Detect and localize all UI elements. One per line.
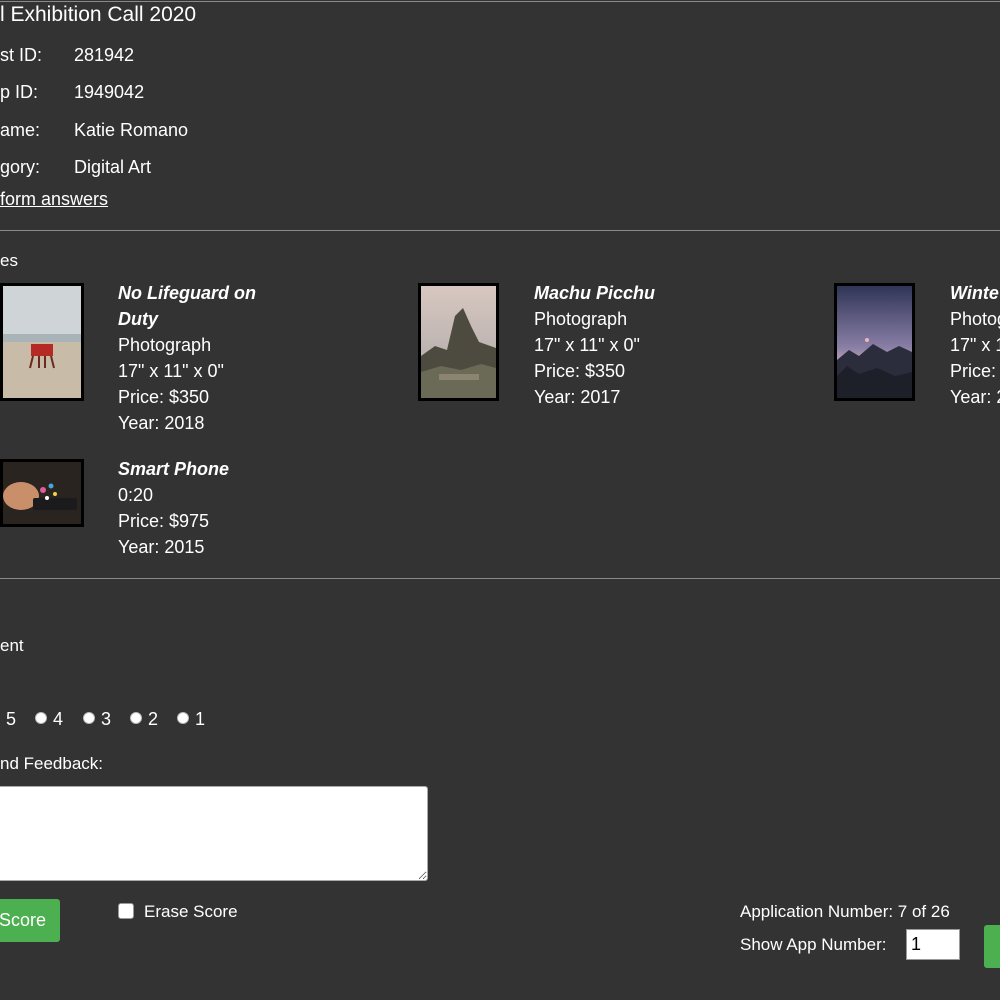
artwork-thumbnail-lifeguard[interactable] xyxy=(0,283,84,401)
artwork-price: Price: $350 xyxy=(118,387,210,407)
show-app-number-input[interactable] xyxy=(906,929,960,960)
artwork-dimensions: 17" x 11" x 0" xyxy=(118,361,224,381)
feedback-label: nd Feedback: xyxy=(0,754,104,773)
section-divider-1 xyxy=(0,230,1000,231)
artwork-thumbnail-smart-phone[interactable] xyxy=(0,459,84,527)
erase-score-checkbox[interactable] xyxy=(118,903,134,919)
name-label: ame: xyxy=(0,120,41,140)
artwork-dimensions: 17" x 1 xyxy=(950,335,1000,355)
application-number-text: Application Number: 7 of 26 xyxy=(740,902,950,921)
artwork-title: No Lifeguard on xyxy=(118,283,256,303)
artwork-year: Year: 2015 xyxy=(118,537,205,557)
form-answers-link[interactable]: form answers xyxy=(0,189,108,210)
score-option-5-label: 5 xyxy=(6,709,17,729)
artwork-info-winter: Winte Photog 17" x 1 Price: Year: 2 xyxy=(950,280,1000,410)
score-option-4-label: 4 xyxy=(53,709,64,729)
score-option-3-label: 3 xyxy=(101,709,112,729)
score-option-1-label: 1 xyxy=(195,709,206,729)
artwork-medium: Photograph xyxy=(118,335,212,355)
artwork-info-lifeguard: No Lifeguard on Duty Photograph 17" x 11… xyxy=(118,280,256,436)
artwork-medium: Photog xyxy=(950,309,1000,329)
artwork-title: Machu Picchu xyxy=(534,283,656,303)
artwork-year: Year: 2 xyxy=(950,387,1000,407)
artwork-price: Price: xyxy=(950,361,997,381)
artwork-thumbnail-winter[interactable] xyxy=(834,283,915,401)
artwork-thumbnail-machu-picchu[interactable] xyxy=(418,283,499,401)
feedback-textarea[interactable] xyxy=(0,786,428,881)
artwork-title: Smart Phone xyxy=(118,459,230,479)
score-option-4-radio[interactable] xyxy=(35,712,47,724)
show-app-number-label: Show App Number: xyxy=(740,935,887,954)
artwork-title-cont: Duty xyxy=(118,309,158,329)
artwork-year: Year: 2017 xyxy=(534,387,621,407)
artwork-price: Price: $350 xyxy=(534,361,626,381)
go-button[interactable] xyxy=(984,925,1000,968)
category-label: gory: xyxy=(0,157,41,177)
page-title: l Exhibition Call 2020 xyxy=(0,3,197,26)
artworks-section-label: es xyxy=(0,251,18,270)
artist-id-label: st ID: xyxy=(0,45,43,65)
app-id-label: p ID: xyxy=(0,82,39,102)
score-option-3-radio[interactable] xyxy=(83,712,95,724)
artwork-info-smart-phone: Smart Phone 0:20 Price: $975 Year: 2015 xyxy=(118,456,229,560)
score-option-2-label: 2 xyxy=(148,709,159,729)
artwork-info-machu-picchu: Machu Picchu Photograph 17" x 11" x 0" P… xyxy=(534,280,655,410)
score-option-1-radio[interactable] xyxy=(177,712,189,724)
artwork-medium: Photograph xyxy=(534,309,628,329)
submit-score-button[interactable]: Score xyxy=(0,899,60,942)
section-divider-2 xyxy=(0,578,1000,579)
app-id-value: 1949042 xyxy=(74,82,145,102)
erase-score-label: Erase Score xyxy=(144,902,238,921)
name-value: Katie Romano xyxy=(74,120,189,140)
artist-id-value: 281942 xyxy=(74,45,135,65)
artwork-title: Winte xyxy=(950,283,999,303)
top-divider xyxy=(0,1,1000,2)
artwork-year: Year: 2018 xyxy=(118,413,205,433)
category-value: Digital Art xyxy=(74,157,152,177)
artwork-price: Price: $975 xyxy=(118,511,210,531)
artwork-dimensions: 17" x 11" x 0" xyxy=(534,335,640,355)
score-option-2-radio[interactable] xyxy=(130,712,142,724)
artwork-duration: 0:20 xyxy=(118,485,154,505)
scoring-section-label: ent xyxy=(0,636,24,655)
